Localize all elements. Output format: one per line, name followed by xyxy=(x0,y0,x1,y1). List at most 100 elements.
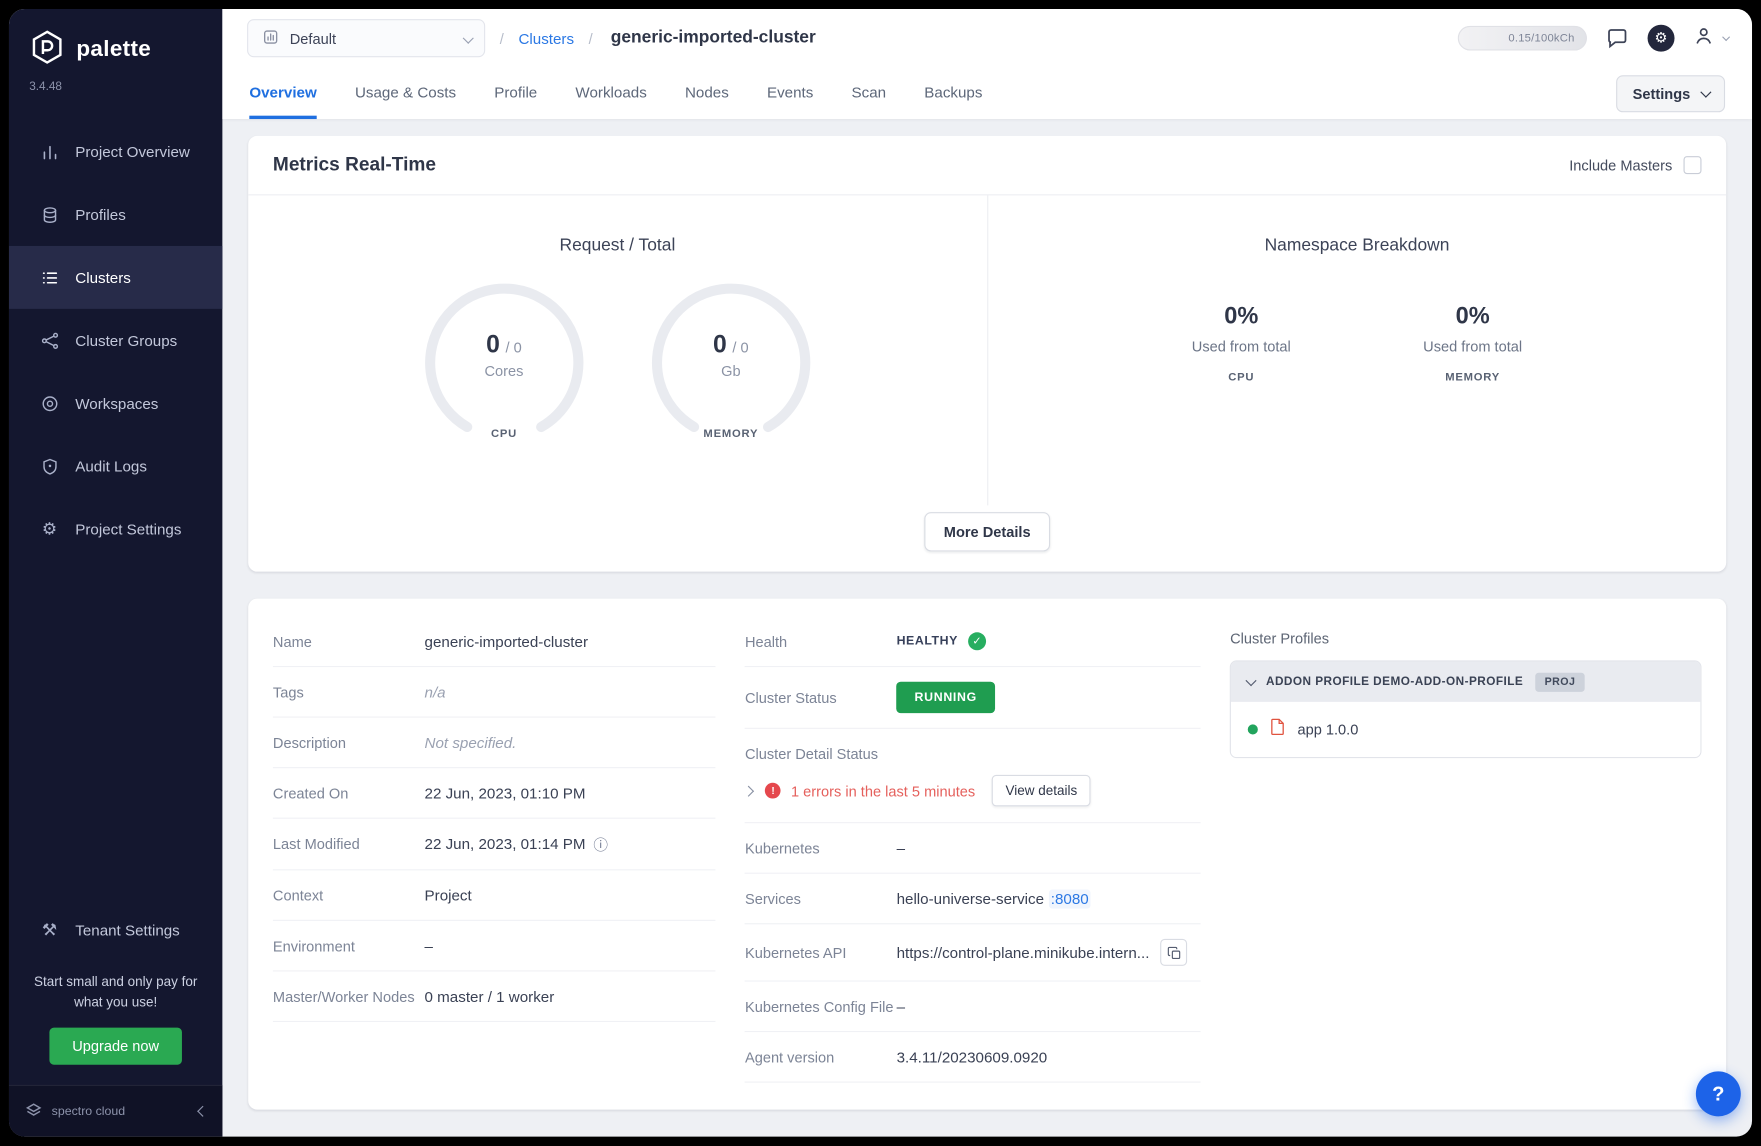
cpu-used-value: 0 xyxy=(486,330,500,359)
assistant-gear-icon[interactable]: ⚙ xyxy=(1648,25,1675,52)
content-scroll-area[interactable]: Metrics Real-Time Include Masters Reques… xyxy=(222,119,1752,1137)
sidebar-item-cluster-groups[interactable]: Cluster Groups xyxy=(9,309,222,372)
detail-label: Description xyxy=(273,734,425,751)
chevron-down-icon xyxy=(1700,86,1711,97)
app-version-label: 3.4.48 xyxy=(9,75,222,109)
sidebar-item-workspaces[interactable]: Workspaces xyxy=(9,372,222,435)
cluster-settings-button[interactable]: Settings xyxy=(1616,75,1725,112)
tab-bar: Overview Usage & Costs Profile Workloads… xyxy=(222,67,1752,119)
memory-gauge: 0/ 0 Gb MEMORY xyxy=(649,281,813,445)
user-menu[interactable] xyxy=(1692,24,1727,52)
kubernetes-api-row: Kubernetes API https://control-plane.min… xyxy=(745,924,1201,981)
kubernetes-config-row: Kubernetes Config File – xyxy=(745,982,1201,1033)
kubernetes-api-label: Kubernetes API xyxy=(745,944,897,961)
tab-nodes[interactable]: Nodes xyxy=(685,67,729,119)
database-icon xyxy=(38,205,60,224)
cluster-profiles-title: Cluster Profiles xyxy=(1230,630,1701,647)
tab-scan[interactable]: Scan xyxy=(852,67,887,119)
detail-label: Tags xyxy=(273,683,425,700)
page-title: generic-imported-cluster xyxy=(611,28,816,48)
profile-accordion-title: ADDON PROFILE DEMO-ADD-ON-PROFILE xyxy=(1266,675,1523,688)
metrics-title: Metrics Real-Time xyxy=(273,154,436,176)
agent-version-row: Agent version 3.4.11/20230609.0920 xyxy=(745,1032,1201,1083)
kubernetes-config-value: – xyxy=(897,998,905,1015)
cpu-total-value: / 0 xyxy=(506,339,522,356)
detail-row-created-on: Created On 22 Jun, 2023, 01:10 PM xyxy=(273,768,716,819)
service-port-link[interactable]: :8080 xyxy=(1049,889,1091,908)
kubernetes-label: Kubernetes xyxy=(745,840,897,857)
pack-file-icon xyxy=(1270,718,1285,742)
sidebar-item-label: Clusters xyxy=(75,269,131,286)
upgrade-now-button[interactable]: Upgrade now xyxy=(50,1028,182,1065)
health-row: Health HEALTHY xyxy=(745,617,1201,668)
view-details-button[interactable]: View details xyxy=(992,775,1091,806)
namespace-cpu-percent: 0% xyxy=(1157,303,1325,330)
metrics-card: Metrics Real-Time Include Masters Reques… xyxy=(248,136,1726,572)
sidebar-footer: spectro cloud xyxy=(9,1085,222,1137)
expand-errors-icon[interactable] xyxy=(745,781,753,801)
kubernetes-value: – xyxy=(897,840,905,857)
sidebar-item-label: Tenant Settings xyxy=(75,922,180,939)
copy-icon[interactable] xyxy=(1161,939,1188,966)
detail-label: Last Modified xyxy=(273,836,425,853)
tab-workloads[interactable]: Workloads xyxy=(575,67,646,119)
stage: palette 3.4.48 Project Overview Profiles xyxy=(0,0,1761,1146)
profile-accordion-header[interactable]: ADDON PROFILE DEMO-ADD-ON-PROFILE PROJ xyxy=(1231,662,1700,702)
sidebar-item-project-settings[interactable]: ⚙ Project Settings xyxy=(9,498,222,561)
user-icon xyxy=(1692,24,1714,52)
cluster-detail-status-row: 1 errors in the last 5 minutes View deta… xyxy=(745,775,1201,823)
health-label: Health xyxy=(745,633,897,650)
cluster-list-icon xyxy=(38,268,60,287)
sidebar-item-audit-logs[interactable]: Audit Logs xyxy=(9,435,222,498)
detail-row-context: Context Project xyxy=(273,870,716,921)
sidebar-item-clusters[interactable]: Clusters xyxy=(9,246,222,309)
sidebar-item-profiles[interactable]: Profiles xyxy=(9,183,222,246)
sidebar-item-label: Audit Logs xyxy=(75,458,147,475)
tab-overview[interactable]: Overview xyxy=(249,67,316,119)
breadcrumb-clusters-link[interactable]: Clusters xyxy=(518,30,574,47)
cluster-status-label: Cluster Status xyxy=(745,689,897,706)
info-icon[interactable] xyxy=(593,833,608,854)
services-row: Services hello-universe-service :8080 xyxy=(745,874,1201,925)
shield-icon xyxy=(38,457,60,476)
palette-logo-icon xyxy=(29,29,65,71)
profile-accordion-body[interactable]: app 1.0.0 xyxy=(1231,702,1700,757)
chevron-down-icon xyxy=(463,30,471,47)
sidebar-item-label: Workspaces xyxy=(75,395,158,412)
profile-accordion: ADDON PROFILE DEMO-ADD-ON-PROFILE PROJ a… xyxy=(1230,660,1701,758)
memory-used-value: 0 xyxy=(713,330,727,359)
detail-value: 0 master / 1 worker xyxy=(425,988,555,1005)
sidebar-item-tenant-settings[interactable]: ⚒ Tenant Settings xyxy=(9,899,222,962)
tab-backups[interactable]: Backups xyxy=(924,67,982,119)
include-masters-label: Include Masters xyxy=(1569,157,1672,174)
include-masters-checkbox[interactable] xyxy=(1684,156,1702,174)
help-button[interactable]: ? xyxy=(1696,1071,1741,1116)
cluster-detail-status-label: Cluster Detail Status xyxy=(745,729,1201,775)
tab-profile[interactable]: Profile xyxy=(494,67,537,119)
service-name: hello-universe-service xyxy=(897,890,1044,907)
error-icon xyxy=(765,783,781,799)
project-selector[interactable]: Default xyxy=(247,19,485,57)
more-details-button[interactable]: More Details xyxy=(925,512,1050,551)
namespace-memory-caption: MEMORY xyxy=(1388,372,1556,384)
sidebar-item-project-overview[interactable]: Project Overview xyxy=(9,120,222,183)
sidebar-spacer xyxy=(9,560,222,898)
pack-name-version: app 1.0.0 xyxy=(1297,721,1358,738)
brand-logo-row: palette xyxy=(9,9,222,75)
tab-events[interactable]: Events xyxy=(767,67,813,119)
services-value: hello-universe-service :8080 xyxy=(897,889,1091,908)
agent-version-value: 3.4.11/20230609.0920 xyxy=(897,1048,1048,1065)
detail-row-tags: Tags n/a xyxy=(273,667,716,718)
detail-value: 22 Jun, 2023, 01:14 PM xyxy=(425,836,586,853)
sidebar: palette 3.4.48 Project Overview Profiles xyxy=(9,9,222,1137)
detail-label: Environment xyxy=(273,937,425,954)
chat-icon[interactable] xyxy=(1605,26,1630,51)
running-status-badge: RUNNING xyxy=(897,682,995,713)
details-left-column: Name generic-imported-cluster Tags n/a D… xyxy=(273,617,716,1083)
metrics-body: Request / Total 0/ 0 Cores CPU xyxy=(248,195,1726,505)
detail-row-master-worker: Master/Worker Nodes 0 master / 1 worker xyxy=(273,971,716,1022)
cpu-gauge: 0/ 0 Cores CPU xyxy=(422,281,586,445)
tab-usage-costs[interactable]: Usage & Costs xyxy=(355,67,456,119)
detail-row-name: Name generic-imported-cluster xyxy=(273,617,716,668)
collapse-sidebar-icon[interactable] xyxy=(199,1105,207,1118)
